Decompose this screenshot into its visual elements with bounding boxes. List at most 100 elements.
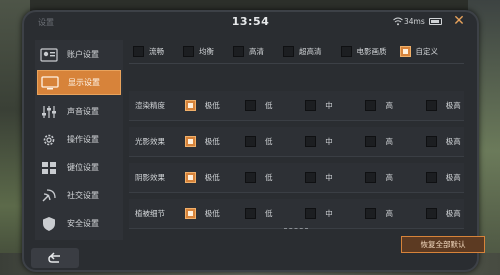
- quality-option[interactable]: 高: [365, 208, 425, 219]
- quality-option[interactable]: 中: [305, 100, 365, 111]
- quality-checkbox[interactable]: [305, 208, 317, 219]
- battery-icon: [429, 18, 442, 25]
- sidebar-item-label: 社交设置: [67, 191, 99, 200]
- quality-option[interactable]: 中: [305, 208, 365, 219]
- quality-option[interactable]: 低: [244, 172, 305, 183]
- quality-option-label: 中: [325, 101, 333, 110]
- quality-option-label: 极低: [204, 173, 220, 182]
- quality-option[interactable]: 高: [365, 100, 425, 111]
- quality-checkbox[interactable]: [305, 172, 317, 183]
- quality-option-label: 中: [325, 209, 333, 218]
- preset-label: 流畅: [149, 47, 164, 56]
- preset-checkbox[interactable]: [133, 46, 144, 57]
- shield-icon: [37, 213, 61, 235]
- preset-label: 均衡: [199, 47, 214, 56]
- row-label: 光影效果: [135, 137, 165, 146]
- quality-checkbox-checked[interactable]: [184, 100, 196, 111]
- ping-readout: 34ms: [404, 17, 425, 26]
- sidebar-item-sound[interactable]: 声音设置: [37, 99, 121, 124]
- satellite-icon: [37, 185, 61, 207]
- sidebar-item-display[interactable]: 显示设置: [37, 70, 121, 95]
- quality-option[interactable]: 低: [244, 136, 305, 147]
- quality-checkbox[interactable]: [244, 136, 256, 147]
- quality-option[interactable]: 极低: [184, 172, 245, 183]
- close-icon[interactable]: ✕: [452, 14, 466, 28]
- quality-checkbox[interactable]: [244, 172, 256, 183]
- quality-option-label: 极低: [204, 137, 220, 146]
- quality-option[interactable]: 中: [305, 172, 365, 183]
- quality-checkbox[interactable]: [365, 100, 377, 111]
- preset-option[interactable]: 自定义: [399, 46, 438, 57]
- preset-option[interactable]: 均衡: [183, 46, 214, 57]
- quality-checkbox[interactable]: [365, 172, 377, 183]
- quality-option[interactable]: 极低: [184, 136, 245, 147]
- quality-option-label: 低: [264, 137, 273, 146]
- quality-option[interactable]: 低: [244, 100, 305, 111]
- sidebar-item-account[interactable]: 账户设置: [37, 42, 121, 67]
- scroll-indicator[interactable]: [284, 228, 308, 230]
- quality-option-label: 极高: [445, 209, 461, 218]
- quality-checkbox[interactable]: [425, 100, 437, 111]
- quality-checkbox-checked[interactable]: [184, 172, 196, 183]
- quality-checkbox[interactable]: [425, 208, 437, 219]
- preset-label: 超高清: [299, 47, 322, 56]
- graphics-preset-row: 流畅 均衡 高清 超高清 电影画质 自定义: [129, 40, 464, 64]
- quality-option[interactable]: 低: [244, 208, 305, 219]
- quality-checkbox[interactable]: [305, 136, 317, 147]
- quality-option[interactable]: 中: [305, 136, 365, 147]
- quality-checkbox[interactable]: [244, 100, 256, 111]
- settings-window: 设置 13:54 34ms ✕ 账户设置 显示设置 声音设置 操作设置 键位设置…: [22, 10, 485, 272]
- sidebar-item-label: 键位设置: [67, 163, 99, 172]
- preset-label: 电影画质: [356, 47, 387, 56]
- keyboard-icon: [37, 157, 61, 179]
- quality-row-lighting: 光影效果 极低 低 中 高 极高: [129, 127, 464, 157]
- sidebar-item-controls[interactable]: 操作设置: [37, 127, 121, 152]
- quality-checkbox[interactable]: [365, 208, 377, 219]
- quality-checkbox[interactable]: [244, 208, 256, 219]
- account-icon: [37, 44, 61, 66]
- quality-option-label: 极高: [445, 173, 461, 182]
- quality-checkbox-checked[interactable]: [184, 208, 196, 219]
- sidebar-item-social[interactable]: 社交设置: [37, 183, 121, 208]
- quality-checkbox[interactable]: [305, 100, 317, 111]
- quality-option[interactable]: 极低: [184, 208, 245, 219]
- quality-option-label: 低: [264, 101, 273, 110]
- preset-checkbox[interactable]: [183, 46, 194, 57]
- preset-checkbox[interactable]: [233, 46, 244, 57]
- sidebar-item-label: 声音设置: [67, 107, 99, 116]
- quality-row-render-precision: 渲染精度 极低 低 中 高 极高: [129, 91, 464, 121]
- preset-label: 高清: [249, 47, 264, 56]
- preset-checkbox[interactable]: [340, 46, 352, 57]
- quality-option[interactable]: 极高: [425, 208, 464, 219]
- row-label: 渲染精度: [135, 101, 165, 110]
- preset-option[interactable]: 高清: [233, 46, 264, 57]
- back-button[interactable]: [31, 248, 79, 268]
- sidebar-item-keybinds[interactable]: 键位设置: [37, 155, 121, 180]
- quality-option[interactable]: 高: [365, 172, 425, 183]
- quality-row-vegetation: 植被细节 极低 低 中 高 极高: [129, 199, 464, 229]
- quality-row-shadows: 阴影效果 极低 低 中 高 极高: [129, 163, 464, 193]
- preset-checkbox[interactable]: [283, 46, 294, 57]
- quality-option[interactable]: 极高: [425, 100, 464, 111]
- restore-defaults-button[interactable]: 恢复全部默认: [401, 236, 485, 253]
- quality-option-label: 低: [264, 209, 273, 218]
- quality-option-label: 高: [385, 173, 393, 182]
- quality-option[interactable]: 极高: [425, 172, 464, 183]
- wifi-icon: [393, 17, 403, 26]
- preset-checkbox-checked[interactable]: [399, 46, 411, 57]
- preset-option[interactable]: 流畅: [133, 46, 164, 57]
- sound-sliders-icon: [37, 101, 61, 123]
- quality-checkbox[interactable]: [425, 172, 437, 183]
- gear-icon: [37, 129, 61, 151]
- quality-option[interactable]: 极高: [425, 136, 464, 147]
- preset-option[interactable]: 超高清: [283, 46, 322, 57]
- quality-option-label: 极高: [445, 137, 461, 146]
- preset-option[interactable]: 电影画质: [340, 46, 387, 57]
- quality-checkbox[interactable]: [365, 136, 377, 147]
- quality-checkbox-checked[interactable]: [184, 136, 196, 147]
- quality-option[interactable]: 高: [365, 136, 425, 147]
- quality-option[interactable]: 极低: [184, 100, 245, 111]
- sidebar-item-security[interactable]: 安全设置: [37, 211, 121, 236]
- display-icon: [38, 72, 62, 94]
- quality-checkbox[interactable]: [425, 136, 437, 147]
